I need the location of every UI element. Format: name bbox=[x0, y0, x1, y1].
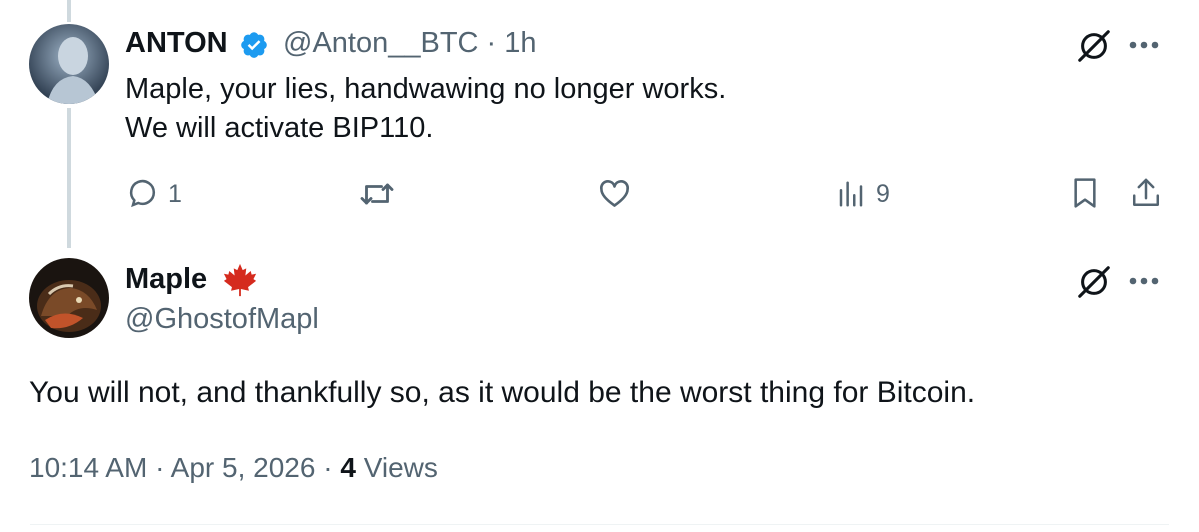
anton-name[interactable]: ANTON bbox=[125, 27, 228, 60]
maple-tweet-text: You will not, and thankfully so, as it w… bbox=[29, 376, 976, 409]
maple-leaf-icon bbox=[220, 262, 260, 298]
anton-tweet-text-line1: Maple, your lies, handwawing no longer w… bbox=[125, 73, 727, 105]
meta-separator: · bbox=[155, 452, 165, 483]
bookmark-icon[interactable] bbox=[1068, 175, 1102, 211]
like-icon[interactable] bbox=[596, 176, 632, 212]
tweet-time[interactable]: 10:14 AM bbox=[29, 452, 147, 483]
maple-avatar[interactable] bbox=[29, 258, 109, 338]
share-icon[interactable] bbox=[1128, 174, 1164, 212]
reply-icon[interactable] bbox=[125, 175, 161, 211]
anton-handle-time[interactable]: @Anton__BTC · 1h bbox=[283, 27, 537, 60]
anton-tweet-text-line2: We will activate BIP110. bbox=[125, 112, 434, 144]
grok-icon[interactable] bbox=[1074, 262, 1114, 302]
more-icon[interactable] bbox=[1126, 266, 1162, 296]
more-icon[interactable] bbox=[1126, 30, 1162, 60]
anton-avatar[interactable] bbox=[29, 24, 109, 104]
views-count: 4 bbox=[340, 452, 356, 483]
maple-handle[interactable]: @GhostofMapl bbox=[125, 303, 319, 336]
verified-badge-icon bbox=[238, 29, 270, 61]
maple-name[interactable]: Maple bbox=[125, 263, 207, 296]
view-count: 9 bbox=[876, 180, 890, 208]
tweet-date[interactable]: Apr 5, 2026 bbox=[171, 452, 316, 483]
tweet-metadata: 10:14 AM · Apr 5, 2026 · 4 Views bbox=[29, 452, 438, 484]
retweet-icon[interactable] bbox=[357, 174, 397, 214]
views-label: Views bbox=[363, 452, 438, 483]
views-icon[interactable] bbox=[835, 178, 867, 210]
reply-count: 1 bbox=[168, 180, 182, 208]
thread-line-top bbox=[67, 0, 71, 22]
grok-icon[interactable] bbox=[1074, 26, 1114, 66]
meta-separator: · bbox=[323, 452, 333, 483]
divider bbox=[30, 524, 1169, 525]
thread-line bbox=[67, 108, 71, 248]
